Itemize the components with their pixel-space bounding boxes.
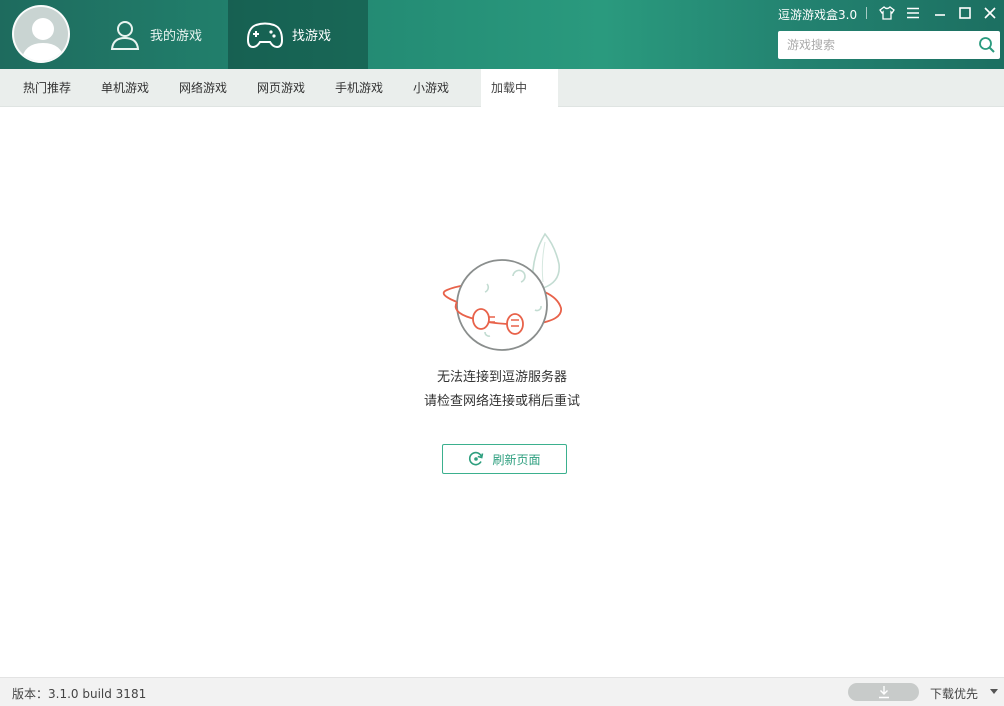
- tab-hot-recommend[interactable]: 热门推荐: [12, 69, 82, 107]
- category-tabs: 热门推荐 单机游戏 网络游戏 网页游戏 手机游戏 小游戏 加载中: [0, 69, 1004, 108]
- search-input[interactable]: [778, 31, 973, 59]
- tab-mini-games[interactable]: 小游戏: [402, 69, 460, 107]
- nav-tab-find-games[interactable]: 找游戏: [228, 0, 368, 69]
- minimize-icon[interactable]: [930, 4, 950, 22]
- default-avatar-icon: [21, 18, 65, 61]
- download-toggle[interactable]: [848, 683, 919, 701]
- gamepad-icon: [246, 20, 284, 50]
- tab-mobile-games[interactable]: 手机游戏: [324, 69, 394, 107]
- tab-web-games[interactable]: 网页游戏: [246, 69, 316, 107]
- download-icon: [878, 686, 889, 699]
- chevron-down-icon[interactable]: [990, 689, 998, 694]
- search-icon[interactable]: [978, 36, 996, 54]
- tab-loading[interactable]: 加载中: [481, 69, 558, 108]
- avatar[interactable]: [12, 5, 70, 63]
- refresh-icon: [469, 451, 484, 466]
- version-label: 版本：3.1.0 build 3181: [12, 687, 147, 701]
- refresh-button[interactable]: 刷新页面: [442, 444, 567, 474]
- nav-tab-label: 找游戏: [292, 29, 332, 44]
- status-bar: 版本：3.1.0 build 3181 下载优先: [0, 677, 1004, 706]
- title-divider: [866, 7, 867, 19]
- error-hint: 请检查网络连接或稍后重试: [423, 394, 580, 409]
- tab-online-games[interactable]: 网络游戏: [168, 69, 238, 107]
- app-title: 逗游游戏盒3.0: [778, 8, 858, 22]
- download-priority-label[interactable]: 下载优先: [930, 685, 978, 702]
- maximize-icon[interactable]: [955, 4, 975, 22]
- nav-tab-label: 我的游戏: [150, 29, 203, 44]
- error-message: 无法连接到逗游服务器: [436, 370, 567, 385]
- user-icon: [108, 18, 142, 52]
- refresh-button-label: 刷新页面: [492, 452, 541, 467]
- title-bar: 我的游戏 找游戏 逗游游戏盒3.0: [0, 0, 1004, 69]
- skin-icon[interactable]: [877, 4, 897, 22]
- menu-icon[interactable]: [903, 4, 923, 22]
- main-content: 无法连接到逗游服务器 请检查网络连接或稍后重试 刷新页面: [0, 107, 1004, 677]
- close-icon[interactable]: [980, 4, 1000, 22]
- nav-tab-my-games[interactable]: 我的游戏: [108, 0, 228, 69]
- disconnected-planet-icon: [442, 232, 562, 351]
- search-box: [778, 31, 1000, 59]
- tab-single-player[interactable]: 单机游戏: [90, 69, 160, 107]
